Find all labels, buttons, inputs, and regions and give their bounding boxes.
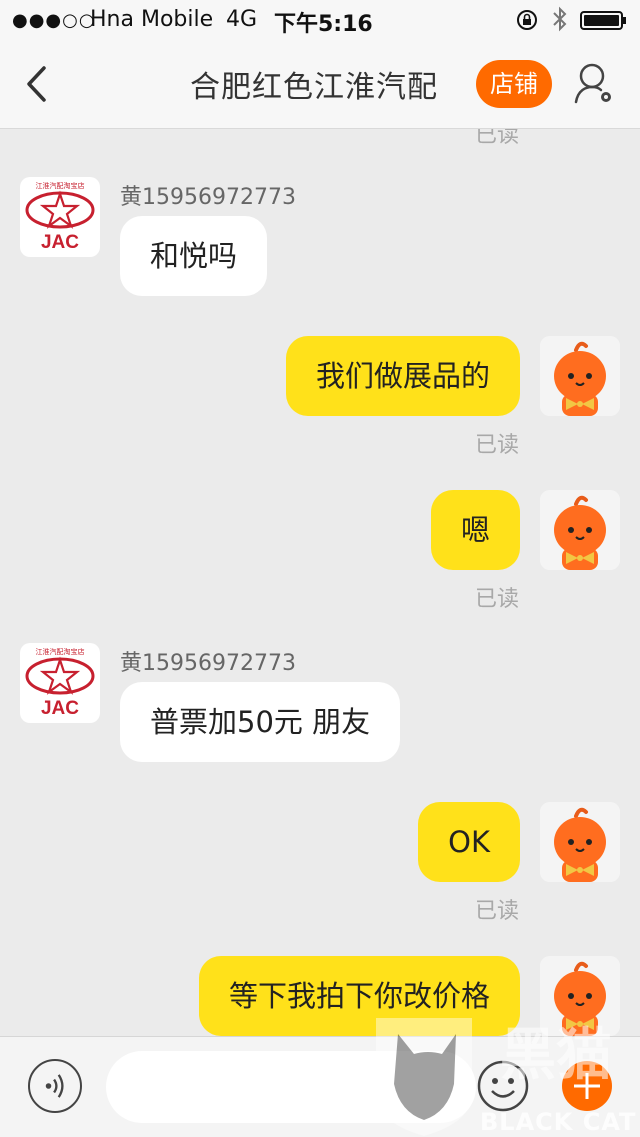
network-type: 4G bbox=[226, 7, 258, 32]
message-bubble-outgoing[interactable]: 等下我拍下你改价格 bbox=[198, 956, 520, 1036]
read-receipt: 已读 bbox=[474, 129, 519, 148]
logo-caption: 江淮汽配淘宝店 bbox=[36, 181, 85, 190]
my-avatar[interactable] bbox=[540, 956, 620, 1036]
message-bubble-outgoing[interactable]: 嗯 bbox=[430, 490, 520, 570]
signal-strength: ●●●○○ bbox=[12, 10, 96, 31]
my-avatar[interactable] bbox=[540, 336, 620, 416]
pumpkin-avatar-icon bbox=[540, 802, 620, 882]
battery-icon bbox=[580, 11, 626, 30]
message-bubble-incoming[interactable]: 普票加50元 朋友 bbox=[120, 682, 401, 762]
logo-brand: JAC bbox=[41, 698, 79, 719]
status-time: 下午5:16 bbox=[274, 12, 373, 37]
jac-logo: 江淮汽配淘宝店 JAC bbox=[20, 177, 100, 257]
nav-bar: 合肥红色江淮汽配 店铺 bbox=[0, 40, 640, 129]
rotation-lock-icon bbox=[517, 10, 537, 30]
emoji-icon[interactable] bbox=[476, 1059, 530, 1113]
my-avatar[interactable] bbox=[540, 490, 620, 570]
message-input[interactable] bbox=[106, 1051, 476, 1123]
shop-button[interactable]: 店铺 bbox=[476, 60, 552, 108]
read-receipt: 已读 bbox=[474, 433, 519, 458]
watermark-text: BLACK CAT bbox=[480, 1108, 637, 1136]
user-settings-icon[interactable] bbox=[572, 60, 616, 108]
read-receipt: 已读 bbox=[474, 899, 519, 924]
seller-avatar[interactable]: 江淮汽配淘宝店 JAC bbox=[20, 643, 100, 723]
pumpkin-avatar-icon bbox=[540, 956, 620, 1036]
my-avatar[interactable] bbox=[540, 802, 620, 882]
seller-avatar[interactable]: 江淮汽配淘宝店 JAC bbox=[20, 177, 100, 257]
message-bubble-incoming[interactable]: 和悦吗 bbox=[120, 216, 268, 296]
status-bar: ●●●○○ Hna Mobile 4G 下午5:16 bbox=[0, 0, 640, 40]
message-bubble-outgoing[interactable]: 我们做展品的 bbox=[285, 336, 520, 416]
bluetooth-icon bbox=[553, 6, 567, 32]
message-bubble-outgoing[interactable]: OK bbox=[418, 802, 520, 882]
logo-brand: JAC bbox=[41, 232, 79, 253]
pumpkin-avatar-icon bbox=[540, 490, 620, 570]
voice-icon[interactable] bbox=[28, 1059, 82, 1113]
plus-icon[interactable] bbox=[560, 1059, 614, 1113]
carrier-name: Hna Mobile bbox=[90, 7, 214, 32]
chat-area[interactable]: 已读 江淮汽配淘宝店 JAC 黄15956972773 和悦吗 我们做展品的 已… bbox=[0, 129, 640, 1036]
logo-caption: 江淮汽配淘宝店 bbox=[36, 647, 85, 656]
pumpkin-avatar-icon bbox=[540, 336, 620, 416]
read-receipt: 已读 bbox=[474, 587, 519, 612]
sender-name: 黄15956972773 bbox=[120, 185, 296, 210]
chat-title: 合肥红色江淮汽配 bbox=[190, 70, 438, 105]
jac-logo: 江淮汽配淘宝店 JAC bbox=[20, 643, 100, 723]
sender-name: 黄15956972773 bbox=[120, 651, 296, 676]
back-button[interactable] bbox=[22, 64, 52, 104]
